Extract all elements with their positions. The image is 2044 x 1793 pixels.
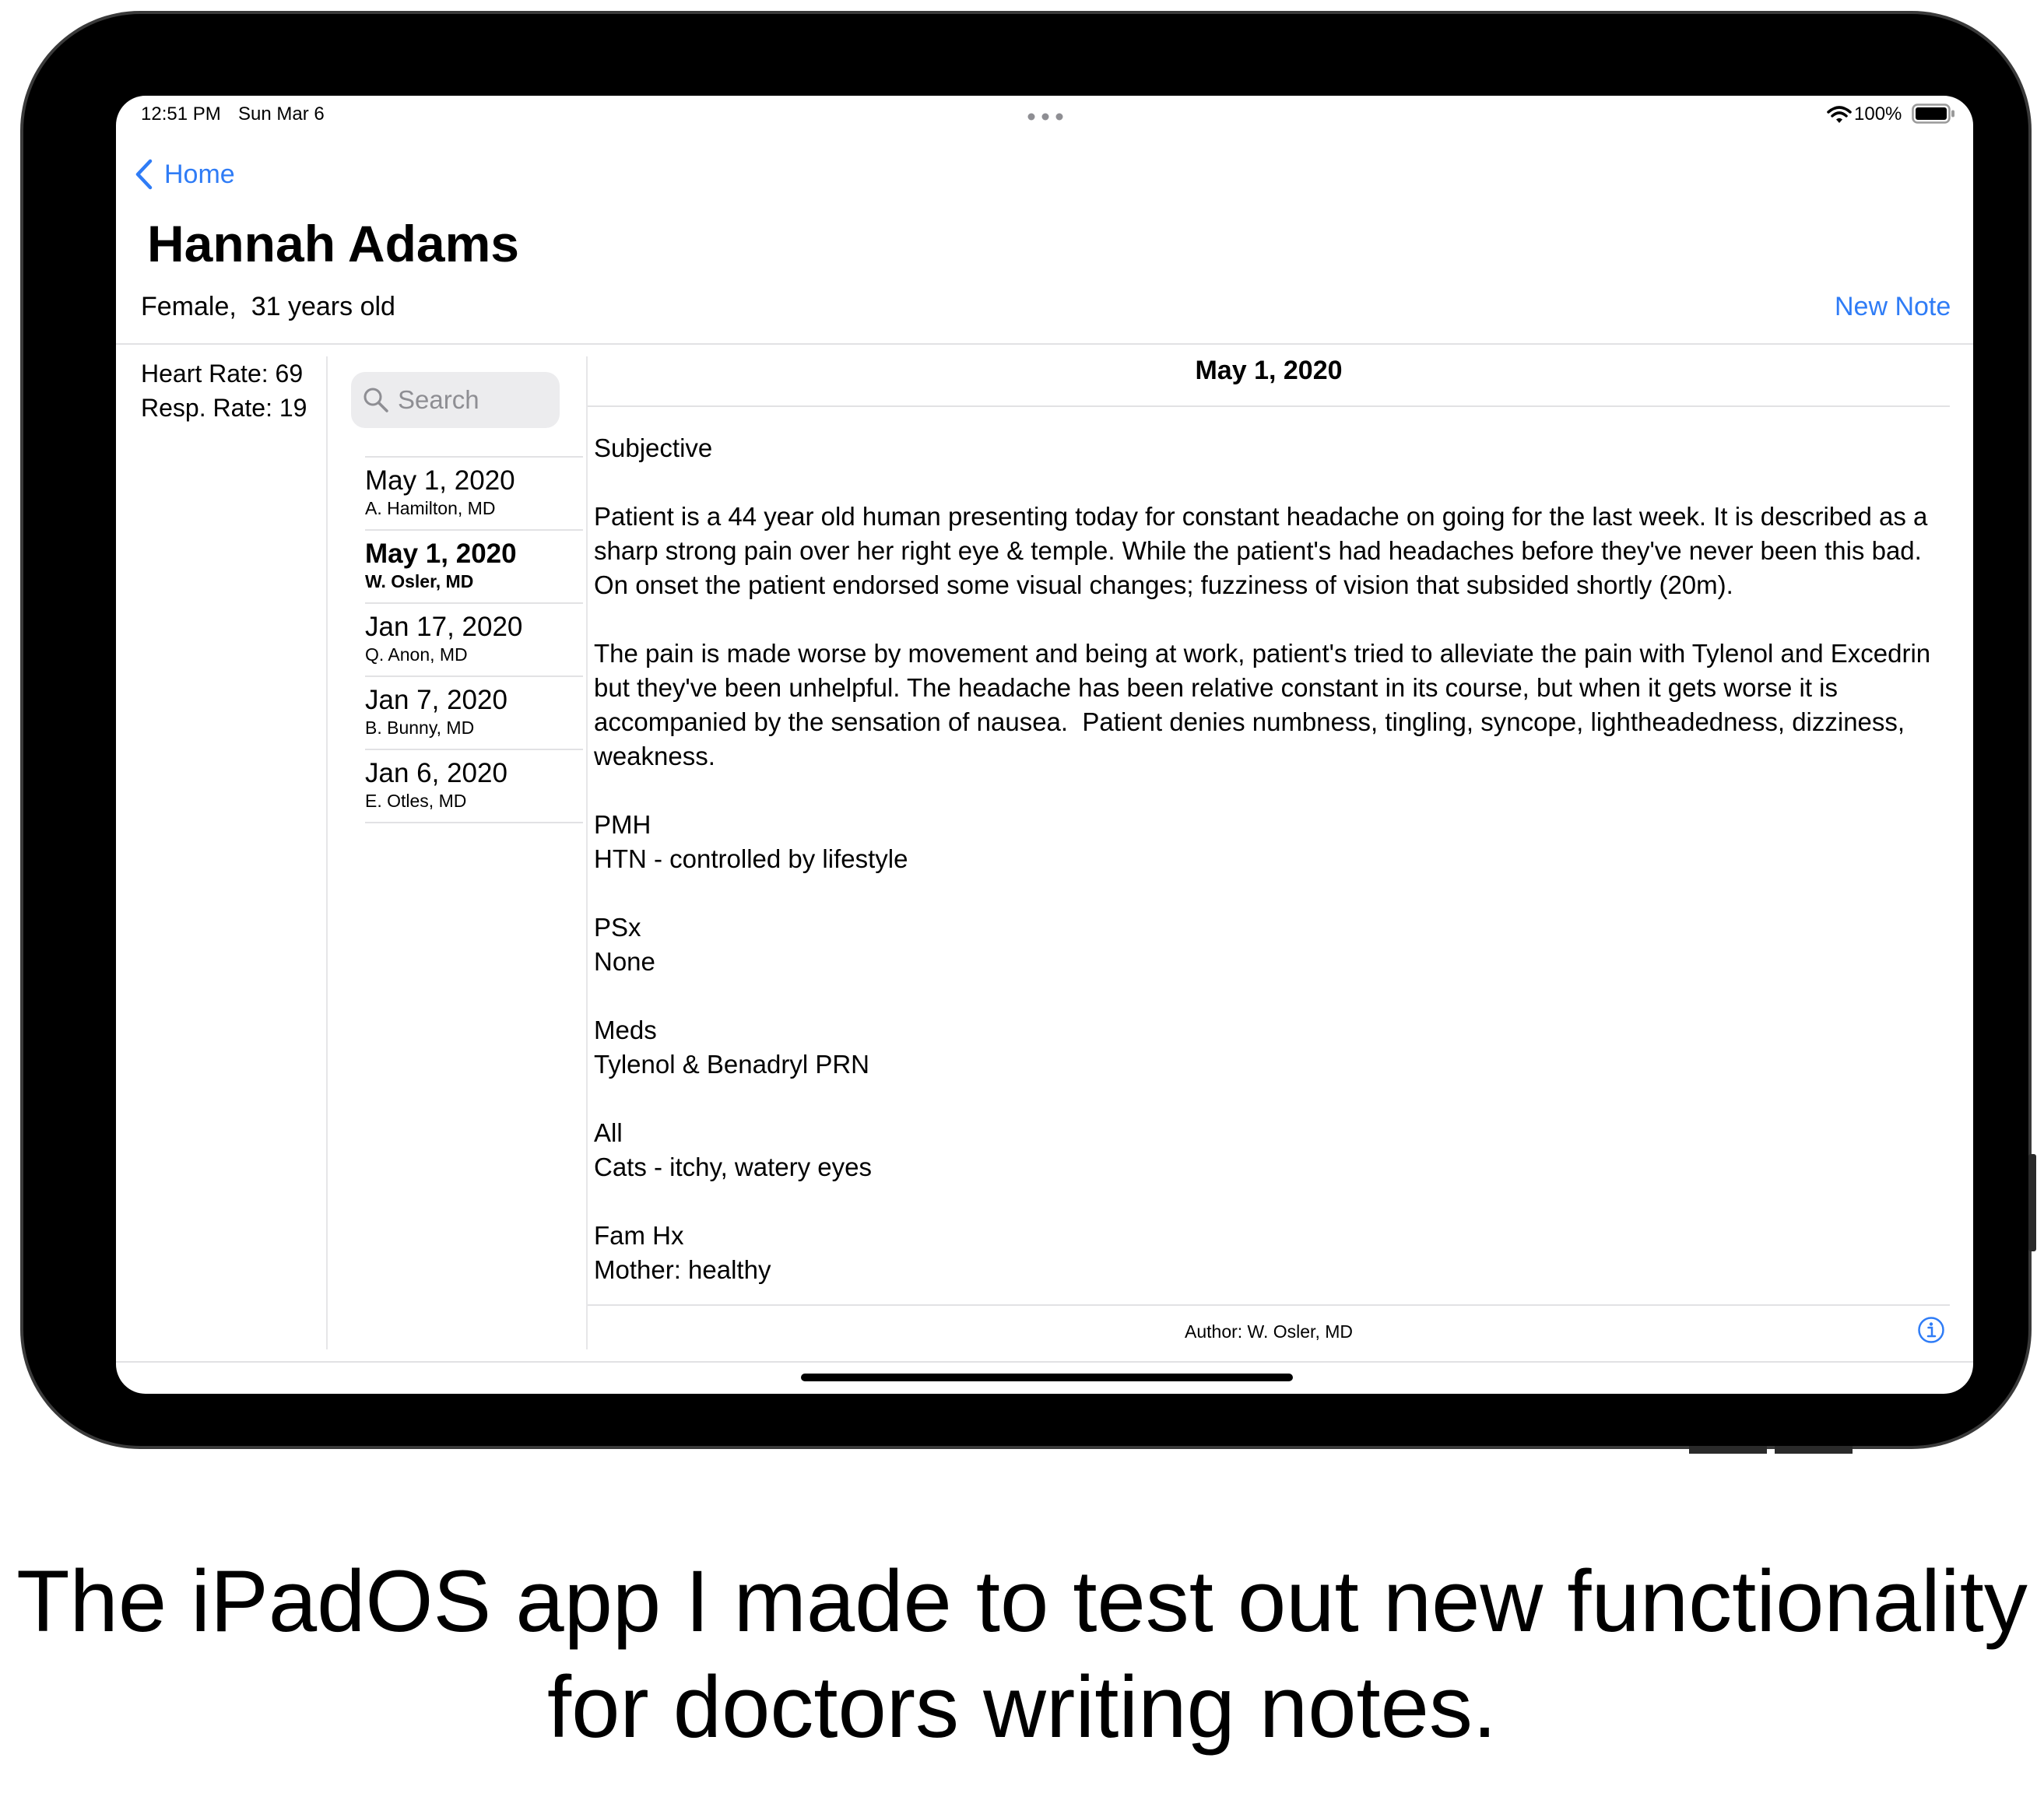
resp-rate: Resp. Rate: 19: [141, 394, 307, 422]
list-divider: [365, 602, 583, 604]
list-divider-vertical: [586, 356, 588, 1349]
note-list-item[interactable]: Jan 17, 2020 Q. Anon, MD: [365, 612, 583, 683]
list-divider: [365, 749, 583, 750]
note-footer-divider: [588, 1304, 1950, 1306]
list-divider: [365, 675, 583, 677]
note-date-header: May 1, 2020: [1195, 356, 1343, 385]
note-list-author: A. Hamilton, MD: [365, 498, 496, 518]
note-list-author: E. Otles, MD: [365, 791, 467, 811]
battery-percent: 100%: [1854, 104, 1902, 125]
vitals-panel: Heart Rate: 69 Resp. Rate: 19: [141, 356, 307, 425]
patient-name: Hannah Adams: [147, 215, 519, 272]
caption-line-2: for doctors writing notes.: [546, 1658, 1498, 1756]
note-list-author: W. Osler, MD: [365, 571, 474, 591]
battery-icon: [1912, 104, 1955, 128]
list-divider: [365, 529, 583, 531]
top-button-right: [1775, 1446, 1853, 1454]
home-indicator[interactable]: [801, 1374, 1293, 1381]
ipad-bezel: 12:51 PM Sun Mar 6 100% Home Hannah Adam…: [23, 14, 2036, 1454]
note-list-author: Q. Anon, MD: [365, 644, 468, 665]
note-list-item[interactable]: May 1, 2020 A. Hamilton, MD: [365, 465, 583, 537]
info-button[interactable]: [1917, 1316, 1945, 1348]
new-note-button[interactable]: New Note: [1835, 292, 1951, 322]
search-field[interactable]: Search: [351, 372, 560, 428]
wifi-icon: [1827, 105, 1852, 128]
note-list-date: May 1, 2020: [365, 465, 515, 496]
heart-rate: Heart Rate: 69: [141, 360, 304, 388]
chevron-left-icon: [135, 159, 153, 190]
note-author-footer: Author: W. Osler, MD: [1185, 1321, 1353, 1342]
note-list-date: Jan 7, 2020: [365, 685, 507, 715]
search-icon: [363, 388, 388, 412]
multitasking-dots[interactable]: [1027, 111, 1063, 125]
status-date: Sun Mar 6: [238, 104, 325, 125]
vitals-divider: [326, 356, 328, 1349]
info-icon: [1918, 1317, 1944, 1343]
header-divider: [116, 343, 1973, 345]
top-button-left: [1689, 1446, 1767, 1454]
note-list-author: B. Bunny, MD: [365, 718, 475, 738]
bottom-divider: [116, 1361, 1973, 1363]
note-list-item[interactable]: Jan 6, 2020 E. Otles, MD: [365, 758, 583, 830]
note-list-item-selected[interactable]: May 1, 2020 W. Osler, MD: [365, 539, 583, 610]
ipad-screen: 12:51 PM Sun Mar 6 100% Home Hannah Adam…: [116, 96, 1973, 1394]
caption-line-1: The iPadOS app I made to test out new fu…: [16, 1553, 2028, 1650]
search-placeholder: Search: [398, 385, 479, 414]
back-button[interactable]: Home: [135, 155, 235, 194]
status-time: 12:51 PM: [141, 104, 221, 125]
caption: The iPadOS app I made to test out new fu…: [0, 1549, 2044, 1760]
list-divider: [365, 822, 583, 823]
patient-details: Female, 31 years old: [141, 292, 395, 321]
list-divider: [365, 456, 583, 458]
note-body[interactable]: Subjective Patient is a 44 year old huma…: [594, 431, 1948, 1287]
note-list-date: May 1, 2020: [365, 539, 517, 569]
note-header-divider: [588, 405, 1950, 407]
volume-button: [2028, 1154, 2036, 1251]
note-list-item[interactable]: Jan 7, 2020 B. Bunny, MD: [365, 685, 583, 756]
back-button-label: Home: [164, 159, 235, 189]
note-list-date: Jan 17, 2020: [365, 612, 523, 642]
note-list-date: Jan 6, 2020: [365, 758, 507, 788]
